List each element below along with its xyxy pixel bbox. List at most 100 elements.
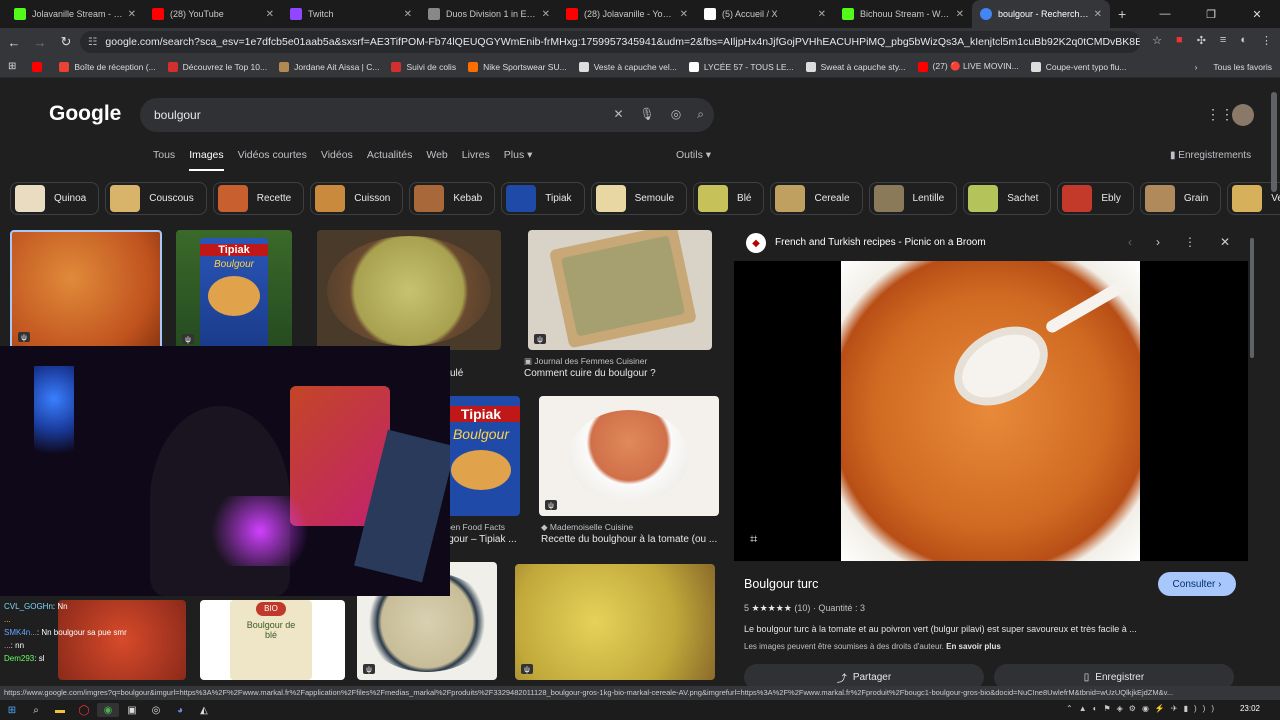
bookmark[interactable]: LYCÉE 57 - TOUS LE...	[688, 61, 794, 72]
search-input[interactable]: boulgour ✕ 🎙 ◎ ⌕	[140, 98, 714, 132]
chip-couscous[interactable]: Couscous	[105, 182, 207, 215]
browser-tab[interactable]: Jolavanille Stream - Watc ✕	[6, 0, 144, 28]
close-tab-icon[interactable]: ✕	[542, 9, 550, 20]
more-bookmarks-chevron[interactable]: ›	[1195, 62, 1198, 72]
result-source[interactable]: ◆ Mademoiselle Cuisine	[541, 522, 633, 533]
chip-ble[interactable]: Blé	[693, 182, 765, 215]
browser-tab[interactable]: Duos Division 1 in Europe✕	[420, 0, 558, 28]
visit-button[interactable]: Consulter ›	[1158, 572, 1236, 596]
result-image-selected[interactable]: ψ	[10, 230, 162, 350]
bookmark[interactable]	[32, 61, 47, 72]
tab-livres[interactable]: Livres	[462, 149, 490, 171]
chip-cereale[interactable]: Cereale	[770, 182, 863, 215]
close-tab-icon[interactable]: ✕	[818, 9, 826, 20]
page-scrollbar[interactable]	[1271, 92, 1277, 192]
chip-quinoa[interactable]: Quinoa	[10, 182, 100, 215]
address-bar[interactable]: ☷ google.com/search?sca_esv=1e7dfcb5e01a…	[80, 31, 1140, 53]
chip-ebly[interactable]: Ebly	[1057, 182, 1134, 215]
bookmark[interactable]: Veste à capuche vel...	[578, 61, 677, 72]
tab-plus[interactable]: Plus ▾	[504, 149, 533, 171]
close-tab-icon[interactable]: ✕	[128, 9, 136, 20]
close-icon[interactable]: ✕	[1220, 235, 1230, 249]
tab-web[interactable]: Web	[426, 149, 447, 171]
bookmark[interactable]: Découvrez le Top 10...	[167, 61, 267, 72]
tab-tous[interactable]: Tous	[153, 149, 175, 171]
close-tab-icon[interactable]: ✕	[680, 9, 688, 20]
result-caption[interactable]: Comment cuire du boulgour ?	[524, 368, 656, 379]
site-info-icon[interactable]: ☷	[88, 36, 97, 48]
chip-lentille[interactable]: Lentille	[868, 182, 958, 215]
tab-videos[interactable]: Vidéos	[321, 149, 353, 171]
chip-tipiak[interactable]: Tipiak	[501, 182, 585, 215]
panel-source[interactable]: French and Turkish recipes - Picnic on a…	[775, 237, 986, 248]
clear-icon[interactable]: ✕	[613, 107, 623, 122]
lens-icon[interactable]: ⌗	[750, 531, 757, 547]
result-image[interactable]: Tipiak Boulgour	[442, 396, 520, 516]
minimize-icon[interactable]: —	[1142, 0, 1188, 28]
panel-scrollbar[interactable]	[1250, 238, 1254, 358]
bookmark[interactable]: Nike Sportswear SU...	[468, 61, 567, 72]
chip-kebab[interactable]: Kebab	[409, 182, 496, 215]
tab-actualites[interactable]: Actualités	[367, 149, 413, 171]
app-icon[interactable]: ▣	[121, 703, 143, 717]
browser-tab[interactable]: (28) YouTube ✕	[144, 0, 282, 28]
chip-semoule[interactable]: Semoule	[590, 182, 688, 215]
bookmark[interactable]: (27) 🔴 LIVE MOVIN...	[917, 61, 1019, 72]
bookmark[interactable]: Sweat à capuche sty...	[805, 61, 906, 72]
result-image[interactable]	[317, 230, 501, 350]
tab-images[interactable]: Images	[189, 149, 224, 171]
discord-icon[interactable]: ◕	[169, 703, 191, 717]
mic-icon[interactable]: 🎙	[640, 107, 655, 122]
browser-tab[interactable]: (28) Jolavanille - YouTube✕	[558, 0, 696, 28]
steam-icon[interactable]: ◎	[145, 703, 167, 717]
google-apps-icon[interactable]: ⋮⋮	[1206, 106, 1234, 123]
extension-icon[interactable]: ■	[1176, 34, 1183, 47]
result-image[interactable]: ψ	[539, 396, 719, 516]
result-caption[interactable]: ulé	[450, 368, 463, 379]
preview-image[interactable]: ⌗	[734, 261, 1248, 561]
puzzle-icon[interactable]: ✣	[1197, 34, 1206, 47]
chip-grain[interactable]: Grain	[1139, 182, 1222, 215]
next-icon[interactable]: ›	[1156, 235, 1160, 249]
all-bookmarks-folder[interactable]: Tous les favoris	[1213, 62, 1272, 72]
new-tab-icon[interactable]: +	[1118, 6, 1126, 22]
chip-sachet[interactable]: Sachet	[963, 182, 1052, 215]
result-source[interactable]: ▣ Journal des Femmes Cuisiner	[524, 356, 647, 367]
result-caption[interactable]: Recette du boulghour à la tomate (ou ...	[541, 534, 717, 545]
tools-button[interactable]: Outils ▾	[676, 149, 711, 161]
file-explorer-icon[interactable]: ▬	[49, 703, 71, 717]
bookmark[interactable]: Suivi de colis	[391, 61, 456, 72]
chrome-icon[interactable]: ◉	[97, 703, 119, 717]
profile-icon[interactable]: ◐	[1240, 34, 1247, 47]
chip-recette[interactable]: Recette	[212, 182, 305, 215]
search-icon[interactable]: ⌕	[25, 703, 47, 717]
bookmark[interactable]: Jordane Ait Aissa | C...	[279, 61, 379, 72]
maximize-icon[interactable]: ❐	[1188, 0, 1234, 28]
lens-icon[interactable]: ◎	[671, 107, 681, 122]
app-icon[interactable]: ◭	[193, 703, 215, 717]
search-icon[interactable]: ⌕	[697, 107, 704, 122]
result-image[interactable]: BIO Boulgour de blé	[200, 600, 345, 680]
bookmark[interactable]: Boîte de réception (...	[59, 61, 156, 72]
browser-tab[interactable]: (5) Accueil / X ✕	[696, 0, 834, 28]
bookmark-star-icon[interactable]: ☆	[1152, 34, 1162, 47]
close-tab-icon[interactable]: ✕	[404, 9, 412, 20]
forward-icon[interactable]: →	[28, 35, 52, 50]
windows-start-icon[interactable]: ⊞	[1, 703, 23, 717]
close-tab-icon[interactable]: ✕	[956, 9, 964, 20]
result-caption[interactable]: lgour – Tipiak ...	[446, 534, 517, 545]
menu-icon[interactable]: ⋮	[1261, 34, 1272, 47]
saved-button[interactable]: ▮ Enregistrements	[1170, 150, 1251, 161]
close-tab-icon[interactable]: ✕	[1094, 9, 1102, 20]
previous-icon[interactable]: ‹	[1128, 235, 1132, 249]
result-image[interactable]: Tipiak Boulgour ψ	[176, 230, 292, 350]
google-logo[interactable]: Google	[49, 102, 121, 126]
reload-icon[interactable]: ↻	[54, 34, 78, 50]
opera-icon[interactable]: ◯	[73, 703, 95, 717]
browser-tab-active[interactable]: boulgour - Recherche Go ✕	[972, 0, 1110, 28]
tab-videos-courtes[interactable]: Vidéos courtes	[238, 149, 307, 171]
learn-more-link[interactable]: En savoir plus	[946, 642, 1001, 651]
apps-grid-icon[interactable]: ⊞	[8, 61, 16, 72]
close-window-icon[interactable]: ✕	[1234, 0, 1280, 28]
browser-tab[interactable]: Bichouu Stream - Watch ✕	[834, 0, 972, 28]
